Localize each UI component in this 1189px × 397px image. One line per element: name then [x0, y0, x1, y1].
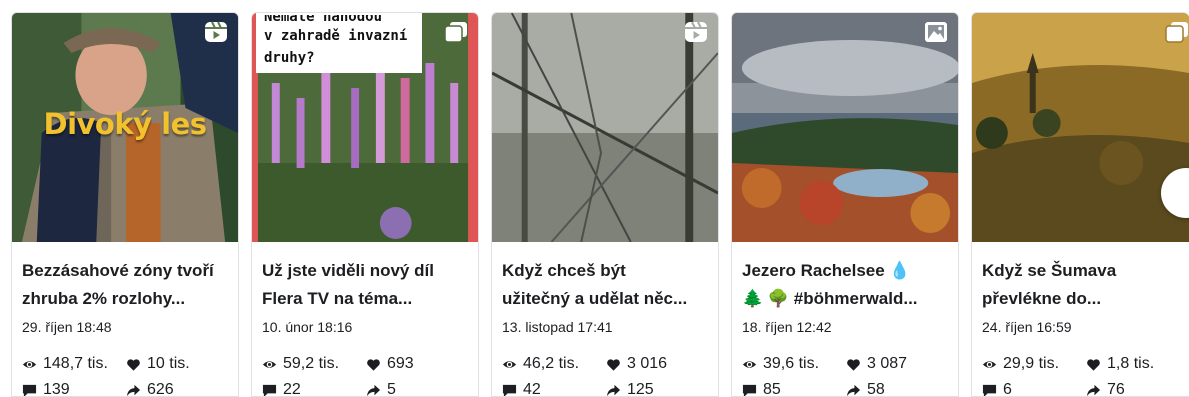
- carousel-icon: [1165, 21, 1189, 43]
- views-stat: 39,6 tis.: [742, 353, 846, 375]
- likes-stat: 10 tis.: [126, 353, 230, 375]
- eye-icon: [502, 360, 517, 368]
- heart-icon: [127, 358, 140, 371]
- views-stat: 46,2 tis.: [502, 353, 606, 375]
- share-icon: [846, 384, 861, 396]
- heart-icon: [847, 358, 860, 371]
- post-thumbnail[interactable]: [492, 13, 718, 242]
- comment-icon: [22, 384, 37, 396]
- post-title[interactable]: Když se Šumava převlékne do...: [982, 257, 1189, 313]
- shares-stat: 626: [126, 379, 230, 396]
- post-title[interactable]: Už jste viděli nový díl Flera TV na téma…: [262, 257, 478, 313]
- comments-stat: 6: [982, 379, 1086, 396]
- post-thumbnail[interactable]: Divoký les: [12, 13, 238, 242]
- thumbnail-caption: Divoký les: [43, 107, 208, 141]
- heart-icon: [1087, 358, 1100, 371]
- views-stat: 29,9 tis.: [982, 353, 1086, 375]
- post-card[interactable]: Divoký les Bezzásahové zóny tvoří zhruba…: [11, 12, 239, 397]
- reel-icon: [204, 21, 228, 43]
- eye-icon: [742, 360, 757, 368]
- heart-icon: [607, 358, 620, 371]
- comments-stat: 85: [742, 379, 846, 396]
- comment-icon: [742, 384, 757, 396]
- views-stat: 148,7 tis.: [22, 353, 126, 375]
- comments-stat: 42: [502, 379, 606, 396]
- share-icon: [1086, 384, 1101, 396]
- post-card[interactable]: Když se Šumava převlékne do... 24. říjen…: [971, 12, 1189, 397]
- post-title[interactable]: Když chceš být užitečný a udělat něc...: [502, 257, 718, 313]
- post-date: 18. říjen 12:42: [742, 319, 832, 335]
- post-date: 13. listopad 17:41: [502, 319, 613, 335]
- eye-icon: [982, 360, 997, 368]
- likes-stat: 1,8 tis.: [1086, 353, 1189, 375]
- heart-icon: [367, 358, 380, 371]
- post-date: 29. říjen 18:48: [22, 319, 112, 335]
- shares-stat: 5: [366, 379, 470, 396]
- share-icon: [606, 384, 621, 396]
- shares-stat: 125: [606, 379, 710, 396]
- likes-stat: 3 016: [606, 353, 710, 375]
- post-title[interactable]: Bezzásahové zóny tvoří zhruba 2% rozlohy…: [22, 257, 238, 313]
- post-card[interactable]: Jezero Rachelsee 💧 🌲 🌳 #böhmerwald... 18…: [731, 12, 959, 397]
- thumbnail-caption: Nemáte náhodou v zahradě invazní druhy?: [256, 13, 422, 73]
- eye-icon: [262, 360, 277, 368]
- comment-icon: [262, 384, 277, 396]
- share-icon: [126, 384, 141, 396]
- post-date: 10. únor 18:16: [262, 319, 353, 335]
- share-icon: [366, 384, 381, 396]
- likes-stat: 693: [366, 353, 470, 375]
- post-thumbnail[interactable]: Nemáte náhodou v zahradě invazní druhy?: [252, 13, 478, 242]
- reel-icon: [684, 21, 708, 43]
- post-card[interactable]: Nemáte náhodou v zahradě invazní druhy? …: [251, 12, 479, 397]
- comment-icon: [502, 384, 517, 396]
- photo-icon: [924, 21, 948, 43]
- thumbnail-image: [492, 13, 718, 242]
- post-card[interactable]: Když chceš být užitečný a udělat něc... …: [491, 12, 719, 397]
- views-stat: 59,2 tis.: [262, 353, 366, 375]
- post-carousel: Divoký les Bezzásahové zóny tvoří zhruba…: [0, 0, 1189, 397]
- post-title[interactable]: Jezero Rachelsee 💧 🌲 🌳 #böhmerwald...: [742, 257, 958, 313]
- comments-stat: 22: [262, 379, 366, 396]
- carousel-icon: [444, 21, 468, 43]
- shares-stat: 58: [846, 379, 950, 396]
- comments-stat: 139: [22, 379, 126, 396]
- eye-icon: [22, 360, 37, 368]
- likes-stat: 3 087: [846, 353, 950, 375]
- post-date: 24. říjen 16:59: [982, 319, 1072, 335]
- comment-icon: [982, 384, 997, 396]
- thumbnail-image: [972, 13, 1189, 242]
- post-thumbnail[interactable]: [972, 13, 1189, 242]
- post-thumbnail[interactable]: [732, 13, 958, 242]
- thumbnail-image: [732, 13, 958, 242]
- shares-stat: 76: [1086, 379, 1189, 396]
